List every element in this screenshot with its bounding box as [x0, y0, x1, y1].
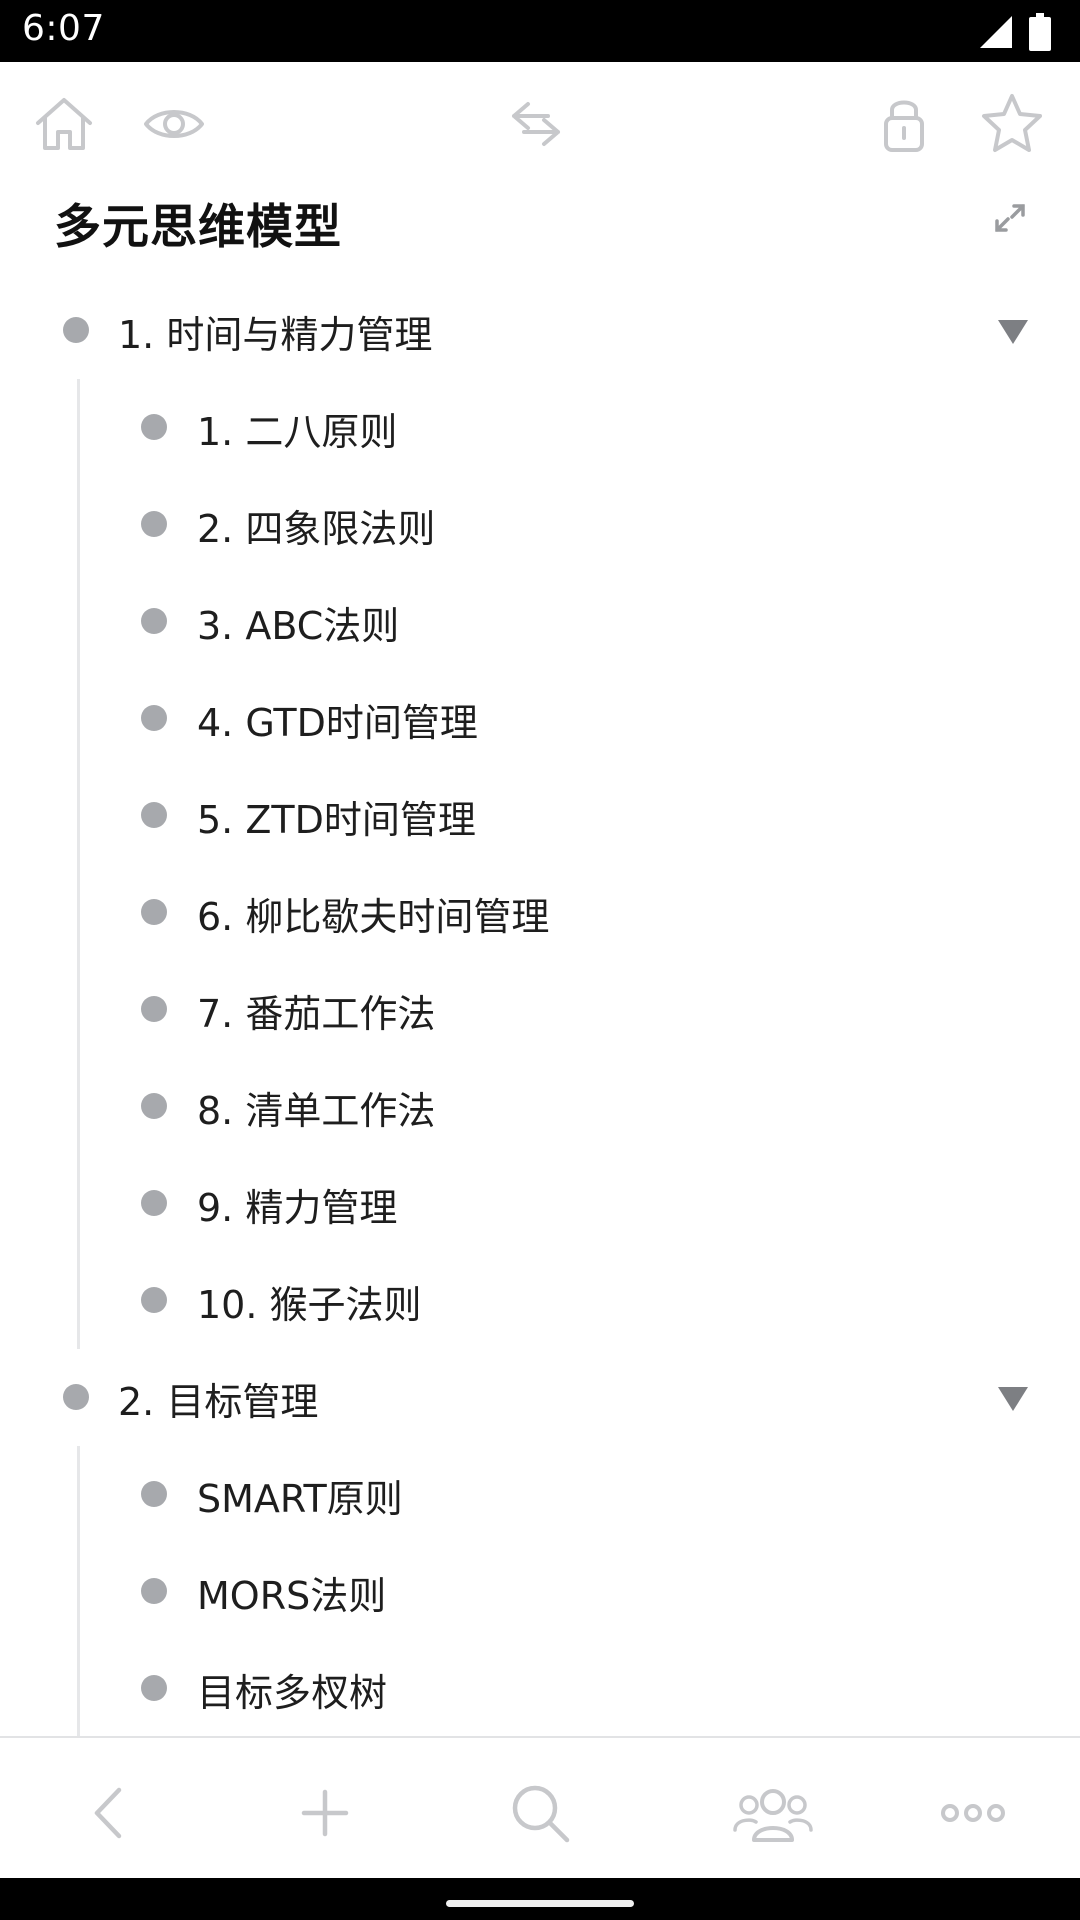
bullet[interactable]	[141, 1481, 167, 1507]
bullet[interactable]	[141, 1675, 167, 1701]
outline-item[interactable]: 1. 二八原则	[0, 379, 1080, 476]
bullet[interactable]	[141, 1190, 167, 1216]
top-toolbar	[0, 62, 1080, 182]
collapse-caret-icon[interactable]	[996, 1385, 1030, 1413]
bullet[interactable]	[141, 1287, 167, 1313]
outline-item[interactable]: 10. 猴子法则	[0, 1252, 1080, 1349]
outline-item[interactable]: 8. 清单工作法	[0, 1058, 1080, 1155]
signal-icon	[980, 16, 1012, 48]
bullet[interactable]	[141, 705, 167, 731]
bottom-toolbar	[0, 1736, 1080, 1880]
collapse-caret-icon[interactable]	[996, 318, 1030, 346]
swap-icon[interactable]	[502, 90, 570, 158]
bullet[interactable]	[63, 317, 89, 343]
system-nav-bar	[0, 1878, 1080, 1920]
bullet[interactable]	[141, 414, 167, 440]
members-icon[interactable]	[732, 1778, 814, 1848]
bullet[interactable]	[141, 899, 167, 925]
item-label: 4. GTD时间管理	[197, 701, 478, 745]
battery-icon	[1029, 13, 1051, 51]
outline-item[interactable]: 4. GTD时间管理	[0, 670, 1080, 767]
item-label: 目标多杈树	[197, 1671, 388, 1715]
item-label: 1. 二八原则	[197, 410, 398, 454]
outline-item[interactable]: SMART原则	[0, 1446, 1080, 1543]
outline-item[interactable]: 5. ZTD时间管理	[0, 767, 1080, 864]
lock-icon[interactable]	[870, 90, 938, 158]
page-title: 多元思维模型	[54, 200, 342, 255]
outline-item[interactable]: MORS法则	[0, 1543, 1080, 1640]
outline-item[interactable]: 目标多杈树	[0, 1640, 1080, 1737]
item-label: 6. 柳比歇夫时间管理	[197, 895, 550, 939]
item-label: 10. 猴子法则	[197, 1283, 422, 1327]
status-icons	[978, 12, 1052, 52]
item-label: 7. 番茄工作法	[197, 992, 436, 1036]
status-time: 6:07	[22, 8, 105, 49]
more-icon[interactable]	[938, 1778, 1008, 1848]
outline-item[interactable]: 3. ABC法则	[0, 573, 1080, 670]
item-label: SMART原则	[197, 1477, 403, 1521]
item-label: 3. ABC法则	[197, 604, 400, 648]
back-icon[interactable]	[75, 1778, 145, 1848]
search-icon[interactable]	[505, 1778, 575, 1848]
item-label: 9. 精力管理	[197, 1186, 398, 1230]
bullet[interactable]	[63, 1384, 89, 1410]
bullet[interactable]	[141, 996, 167, 1022]
outline-item[interactable]: 7. 番茄工作法	[0, 961, 1080, 1058]
outline-item[interactable]: 9. 精力管理	[0, 1155, 1080, 1252]
bullet[interactable]	[141, 511, 167, 537]
outline-section[interactable]: 1. 时间与精力管理	[0, 282, 1080, 379]
section-label: 1. 时间与精力管理	[118, 313, 433, 357]
bullet[interactable]	[141, 1093, 167, 1119]
outline-item[interactable]: 2. 四象限法则	[0, 476, 1080, 573]
bullet[interactable]	[141, 802, 167, 828]
eye-icon[interactable]	[140, 90, 208, 158]
outline-item[interactable]: 6. 柳比歇夫时间管理	[0, 864, 1080, 961]
bullet[interactable]	[141, 608, 167, 634]
home-gesture-handle[interactable]	[446, 1900, 634, 1907]
item-label: MORS法则	[197, 1574, 387, 1618]
star-icon[interactable]	[978, 90, 1046, 158]
bullet[interactable]	[141, 1578, 167, 1604]
item-label: 2. 四象限法则	[197, 507, 436, 551]
item-label: 5. ZTD时间管理	[197, 798, 476, 842]
expand-icon[interactable]	[990, 198, 1030, 238]
status-bar: 6:07	[0, 0, 1080, 62]
section-label: 2. 目标管理	[118, 1380, 319, 1424]
add-icon[interactable]	[290, 1778, 360, 1848]
home-icon[interactable]	[30, 90, 98, 158]
outline-section[interactable]: 2. 目标管理	[0, 1349, 1080, 1446]
item-label: 8. 清单工作法	[197, 1089, 436, 1133]
